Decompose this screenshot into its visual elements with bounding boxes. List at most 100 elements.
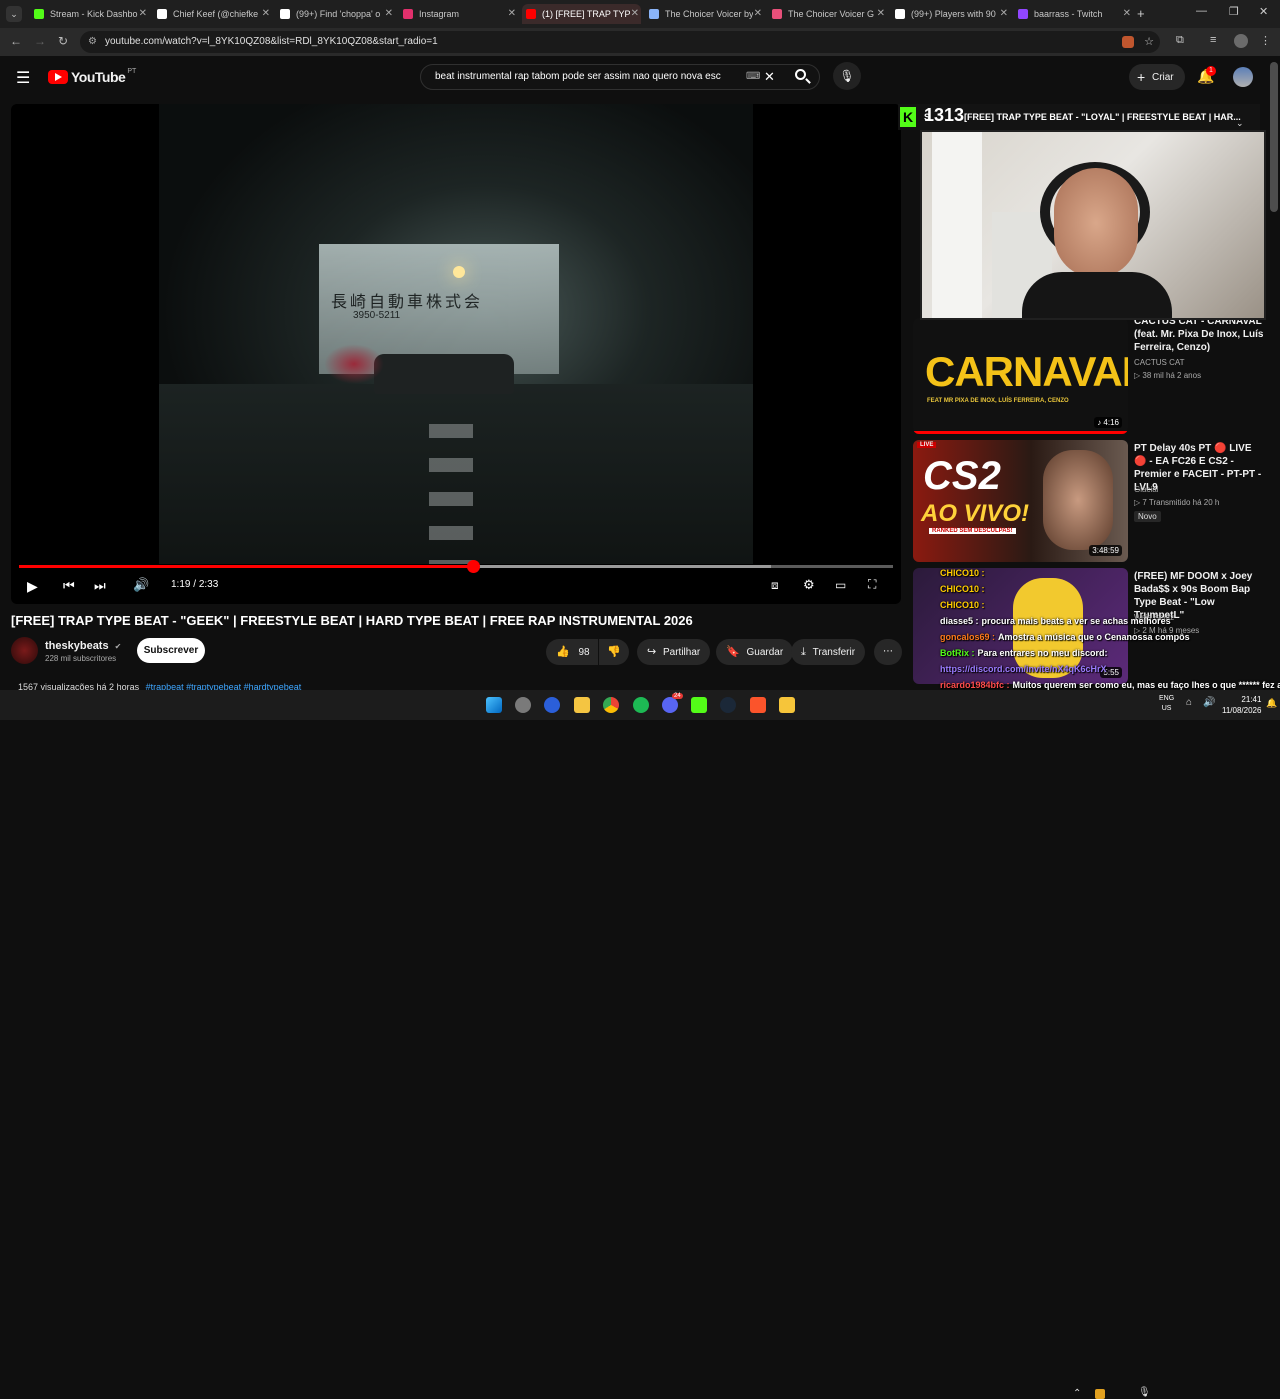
extensions-icon[interactable]: ⧉ [1176, 34, 1184, 47]
minimize-icon[interactable]: — [1196, 5, 1207, 17]
video-player[interactable]: 長崎自動車株式会 3950-5211 ▶ ⏮ ⏭ 🔊 1:19 / 2:33 ⧈… [11, 104, 901, 604]
tab-close-icon[interactable]: ✕ [1123, 8, 1131, 19]
channel-avatar[interactable] [11, 637, 38, 664]
spotify-icon[interactable] [633, 697, 649, 713]
thumbnail-subtitle-text: AO VIVO! [921, 500, 1030, 527]
browser-tab[interactable]: Instagram ✕ [399, 4, 518, 24]
new-tab-icon[interactable]: + [1137, 6, 1145, 21]
volume-icon[interactable]: 🔊 [133, 577, 149, 593]
video-title: [FREE] TRAP TYPE BEAT - "GEEK" | FREESTY… [11, 613, 693, 628]
tab-close-icon[interactable]: ✕ [508, 8, 516, 19]
browser-tab[interactable]: The Choicer Voicer G ✕ [768, 4, 887, 24]
chat-text: Para entrares no meu discord: [977, 648, 1108, 658]
chrome-icon[interactable] [603, 697, 619, 713]
browser-tab[interactable]: (1) [FREE] TRAP TYPE ✕ [522, 4, 641, 24]
recommendation-thumbnail[interactable]: LIVE CS2 AO VIVO! RANKED SEM DESCULPAS! … [913, 440, 1128, 562]
notes-app-icon[interactable] [779, 697, 795, 713]
site-info-icon[interactable]: ⚙ [88, 31, 97, 53]
tray-network-icon[interactable]: 🎙 [1138, 1387, 1151, 1398]
video-road-markings [429, 424, 473, 564]
save-button[interactable]: 🔖 Guardar [716, 639, 794, 665]
language-indicator[interactable]: ENG US [1159, 694, 1174, 714]
kick-logo-icon: K [900, 107, 916, 127]
tab-close-icon[interactable]: ✕ [631, 8, 639, 19]
page-scrollbar[interactable] [1270, 62, 1278, 212]
browser-tab[interactable]: Chief Keef (@chiefke ✕ [153, 4, 272, 24]
defender-icon[interactable] [515, 697, 531, 713]
thumbs-up-icon: 👍 [556, 646, 570, 658]
close-window-icon[interactable]: ✕ [1259, 5, 1268, 18]
browser-tab[interactable]: The Choicer Voicer by ✕ [645, 4, 764, 24]
browser-tab[interactable]: Stream - Kick Dashbo ✕ [30, 4, 149, 24]
webcam-fridge [932, 132, 982, 318]
brave-icon[interactable] [750, 697, 766, 713]
system-clock[interactable]: 21:41 11/08/2026 [1222, 694, 1261, 716]
youtube-logo[interactable]: YouTube PT [48, 68, 136, 85]
maximize-icon[interactable]: ❐ [1229, 5, 1239, 18]
keyboard-icon[interactable]: ⌨ [746, 65, 760, 89]
theater-mode-icon[interactable]: ▭ [835, 578, 846, 592]
browser-tab[interactable]: (99+) Players with 90 ✕ [891, 4, 1010, 24]
search-input[interactable]: beat instrumental rap tabom pode ser ass… [420, 64, 820, 90]
duration-badge: 3:48:59 [1089, 545, 1122, 556]
tray-app-icon[interactable] [1095, 1389, 1105, 1399]
chat-username: BotRix : [940, 648, 975, 658]
browser-tab[interactable]: baarrass - Twitch ✕ [1014, 4, 1133, 24]
extension-badge-icon[interactable] [1122, 36, 1134, 48]
bookmark-star-icon[interactable]: ☆ [1144, 31, 1154, 53]
recommendation-thumbnail[interactable]: CARNAVAL FEAT MR PIXA DE INOX, LUÍS FERR… [913, 318, 1128, 434]
account-avatar[interactable] [1233, 67, 1253, 87]
like-count: 98 [578, 647, 590, 658]
back-icon[interactable]: ← [8, 34, 24, 48]
media-control-icon[interactable]: ≡ [1210, 34, 1216, 46]
network-icon[interactable]: ⌂ [1186, 697, 1192, 708]
browser-tab[interactable]: (99+) Find 'choppa' o ✕ [276, 4, 395, 24]
settings-gear-icon[interactable]: ⚙ [803, 577, 815, 593]
tab-close-icon[interactable]: ✕ [385, 8, 393, 19]
video-progress-bar[interactable] [19, 560, 893, 573]
reload-icon[interactable]: ↻ [55, 34, 71, 48]
video-scrubber-handle[interactable] [467, 560, 481, 573]
tab-close-icon[interactable]: ✕ [139, 8, 147, 19]
clear-search-icon[interactable]: ✕ [764, 65, 775, 89]
browser-menu-icon[interactable]: ⋮ [1260, 34, 1271, 47]
file-explorer-icon[interactable] [574, 697, 590, 713]
play-icon[interactable]: ▶ [27, 578, 38, 595]
discord-badge: 24 [672, 693, 683, 699]
fullscreen-icon[interactable]: ⛶ [868, 577, 876, 592]
recommendation-channel[interactable]: CACTUS CAT [1134, 358, 1185, 367]
recommendation-title[interactable]: CACTUS CAT - CARNAVAL (feat. Mr. Pixa De… [1134, 315, 1264, 354]
tray-chevron-icon[interactable]: ⌃ [1073, 1388, 1081, 1399]
steam-icon[interactable] [720, 697, 736, 713]
subscribe-button[interactable]: Subscrever [137, 638, 205, 663]
profile-icon[interactable] [1234, 34, 1248, 48]
tab-close-icon[interactable]: ✕ [754, 8, 762, 19]
tab-search-icon[interactable]: ⌄ [6, 6, 22, 22]
discord-icon[interactable] [662, 697, 678, 713]
volume-tray-icon[interactable]: 🔊 [1203, 697, 1215, 708]
kick-app-icon[interactable] [691, 697, 707, 713]
tab-close-icon[interactable]: ✕ [877, 8, 885, 19]
recommendation-channel[interactable]: Glacial [1134, 485, 1158, 494]
tab-close-icon[interactable]: ✕ [1000, 8, 1008, 19]
download-button[interactable]: ⤓ Transferir [791, 639, 866, 665]
forward-icon[interactable]: → [32, 34, 48, 48]
share-button[interactable]: ↪ Partilhar [637, 639, 711, 665]
more-actions-button[interactable]: ⋯ [874, 639, 902, 665]
create-button[interactable]: + Criar [1129, 64, 1185, 90]
voice-search-icon[interactable]: 🎙 [833, 62, 861, 90]
notification-center-icon[interactable]: 🔔 [1266, 698, 1277, 709]
subtitles-icon[interactable]: ⧈ [771, 578, 779, 593]
like-button[interactable]: 👍 98 [546, 639, 598, 665]
edge-like-icon[interactable] [544, 697, 560, 713]
tab-close-icon[interactable]: ✕ [262, 8, 270, 19]
url-input[interactable]: ⚙ youtube.com/watch?v=l_8YK10QZ08&list=R… [80, 31, 1160, 53]
windows-start-icon[interactable] [486, 697, 502, 713]
hamburger-menu-icon[interactable]: ☰ [16, 68, 30, 88]
recommendation-meta: ▷ 38 mil há 2 anos [1134, 371, 1202, 380]
previous-icon[interactable]: ⏮ [63, 578, 75, 594]
search-button[interactable] [785, 64, 820, 90]
next-icon[interactable]: ⏭ [94, 578, 106, 594]
channel-name[interactable]: theskybeats ✔ [45, 640, 121, 652]
dislike-button[interactable]: 👎 [599, 639, 629, 665]
